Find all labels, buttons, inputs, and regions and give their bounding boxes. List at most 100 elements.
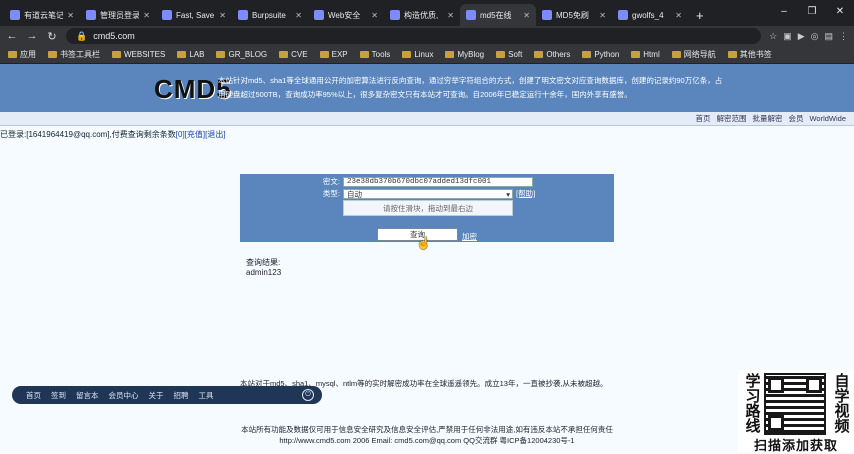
close-window-icon[interactable]: ✕ <box>826 0 854 22</box>
tab-label: 构造优质, <box>404 10 439 20</box>
menu-icon[interactable]: ⋮ <box>839 31 848 42</box>
recharge-link[interactable]: [充值] <box>185 130 205 139</box>
bookmark-item[interactable]: CVE <box>279 50 308 59</box>
bookmark-label: 网络导航 <box>683 50 716 59</box>
close-tab-icon[interactable]: ✕ <box>447 11 454 20</box>
bookmark-item[interactable]: Tools <box>359 50 391 59</box>
close-tab-icon[interactable]: ✕ <box>523 11 530 20</box>
bookmark-item[interactable]: 书签工具栏 <box>48 49 100 60</box>
bookmark-item[interactable]: Others <box>534 50 570 59</box>
toolbar-item[interactable]: 招聘 <box>174 390 189 401</box>
site-nav-item[interactable]: 首页 <box>695 113 710 124</box>
tab-item[interactable]: 管理员登录 ✕ <box>80 4 156 26</box>
tab-item[interactable]: Web安全 ✕ <box>308 4 384 26</box>
site-nav-item[interactable]: 会员 <box>788 113 803 124</box>
minimize-icon[interactable]: – <box>770 0 798 22</box>
tab-strip: 有道云笔记 ✕ 管理员登录 ✕ Fast, Save ✕ Burpsuite ✕ Web安全 ✕ 构… <box>0 0 854 26</box>
footer-contact: http://www.cmd5.com 2006 Email: cmd5.com… <box>279 436 575 445</box>
extension-icon[interactable]: ▣ <box>783 31 792 42</box>
bookmark-label: Soft <box>508 50 523 59</box>
query-result: 查询结果: admin123 <box>246 258 281 278</box>
note-icon <box>10 10 20 20</box>
folder-icon <box>177 51 187 58</box>
bookmark-item[interactable]: EXP <box>319 50 348 59</box>
toolbar-item[interactable]: 签到 <box>51 390 66 401</box>
bookmark-label: Tools <box>371 50 391 59</box>
bookmark-item[interactable]: Html <box>631 50 660 59</box>
tab-item[interactable]: gwolfs_4 ✕ <box>612 4 688 26</box>
restore-icon[interactable]: ❐ <box>798 0 826 22</box>
hash-label: 密文: <box>322 177 340 186</box>
page-icon <box>618 10 628 20</box>
bookmark-item[interactable]: 应用 <box>8 49 36 60</box>
site-nav-item[interactable]: 解密范围 <box>716 113 746 124</box>
bookmark-item[interactable]: LAB <box>177 50 204 59</box>
promo-char: 习 <box>745 388 761 405</box>
bookmark-item[interactable]: Linux <box>402 50 433 59</box>
new-tab-button[interactable]: + <box>688 4 712 26</box>
bookmark-label: WEBSITES <box>124 50 166 59</box>
close-tab-icon[interactable]: ✕ <box>371 11 378 20</box>
promo-char: 学 <box>834 388 850 405</box>
extensions-area: ☆ ▣ ▶ ◎ ▤ ⋮ <box>769 31 848 42</box>
forward-icon[interactable]: → <box>26 30 38 42</box>
bookmark-item[interactable]: WEBSITES <box>112 50 165 59</box>
tab-label: Burpsuite <box>252 10 286 20</box>
help-link[interactable]: [帮助] <box>516 188 535 199</box>
bookmark-item[interactable]: Python <box>582 50 619 59</box>
result-label: 查询结果: <box>246 258 281 267</box>
star-icon[interactable]: ☆ <box>769 31 777 42</box>
tab-item[interactable]: Burpsuite ✕ <box>232 4 308 26</box>
bookmark-item[interactable]: MyBlog <box>445 50 484 59</box>
close-tab-icon[interactable]: ✕ <box>599 11 606 20</box>
logout-link[interactable]: [退出] <box>205 130 225 139</box>
promo-char: 视 <box>834 403 850 420</box>
reload-icon[interactable]: ↻ <box>46 30 58 43</box>
toolbar-item[interactable]: 留言本 <box>76 390 99 401</box>
extension-icon[interactable]: ▶ <box>798 31 805 42</box>
folder-icon <box>359 51 369 58</box>
tab-label: Web安全 <box>328 10 361 20</box>
close-tab-icon[interactable]: ✕ <box>143 11 150 20</box>
toolbar-item[interactable]: 首页 <box>26 390 41 401</box>
tab-label: md5在线 <box>480 10 512 20</box>
bookmarks-bar: 应用 书签工具栏 WEBSITES LAB GR_BLOG CVE EXP Tools Linu… <box>0 46 854 64</box>
folder-icon <box>534 51 544 58</box>
tab-item[interactable]: MD5免刷 ✕ <box>536 4 612 26</box>
url-input[interactable]: 🔒 cmd5.com <box>66 28 762 44</box>
close-tab-icon[interactable]: ✕ <box>67 11 74 20</box>
toolbar-item[interactable]: 工具 <box>199 390 214 401</box>
page-icon <box>466 10 476 20</box>
bookmark-item[interactable]: GR_BLOG <box>216 50 267 59</box>
bookmark-item[interactable]: Soft <box>496 50 522 59</box>
site-nav-item[interactable]: WorldWide <box>809 114 846 123</box>
toolbar-item[interactable]: 会员中心 <box>109 390 139 401</box>
toolbar-item[interactable]: 关于 <box>149 390 164 401</box>
close-tab-icon[interactable]: ✕ <box>295 11 302 20</box>
bookmark-label: Others <box>546 50 571 59</box>
extension-icon[interactable]: ▤ <box>824 31 833 42</box>
close-tab-icon[interactable]: ✕ <box>675 11 682 20</box>
back-icon[interactable]: ← <box>6 30 18 42</box>
type-value: 自动 <box>347 189 362 199</box>
decrypt-form: 密文: 23e38db370b670dbc07added13dfc001 类型:… <box>240 174 614 250</box>
tab-label: 有道云笔记 <box>24 10 64 20</box>
tab-item[interactable]: md5在线 ✕ <box>460 4 536 26</box>
tab-item[interactable]: 有道云笔记 ✕ <box>4 4 80 26</box>
tab-item[interactable]: Fast, Save ✕ <box>156 4 232 26</box>
tab-item[interactable]: 构造优质, ✕ <box>384 4 460 26</box>
bookmark-label: 其他书签 <box>739 50 772 59</box>
encrypt-link[interactable]: 加密 <box>462 231 477 242</box>
bookmark-label: Python <box>594 50 620 59</box>
close-tab-icon[interactable]: ✕ <box>219 11 226 20</box>
extension-icon[interactable]: ◎ <box>811 31 819 42</box>
bookmark-item[interactable]: 其他书签 <box>727 49 772 60</box>
site-nav-item[interactable]: 批量解密 <box>752 113 782 124</box>
power-icon[interactable]: ⏻ <box>302 389 314 401</box>
address-toolbar: ← → ↻ 🔒 cmd5.com ☆ ▣ ▶ ◎ ▤ ⋮ <box>0 26 854 46</box>
bookmark-item[interactable]: 网络导航 <box>671 49 716 60</box>
type-select[interactable]: 自动 ▾ <box>343 188 513 199</box>
hash-input[interactable]: 23e38db370b670dbc07added13dfc001 <box>343 176 533 187</box>
bookmark-label: Html <box>643 50 660 59</box>
slider-captcha[interactable]: 请按住滑块，拖动到最右边 <box>343 200 513 216</box>
